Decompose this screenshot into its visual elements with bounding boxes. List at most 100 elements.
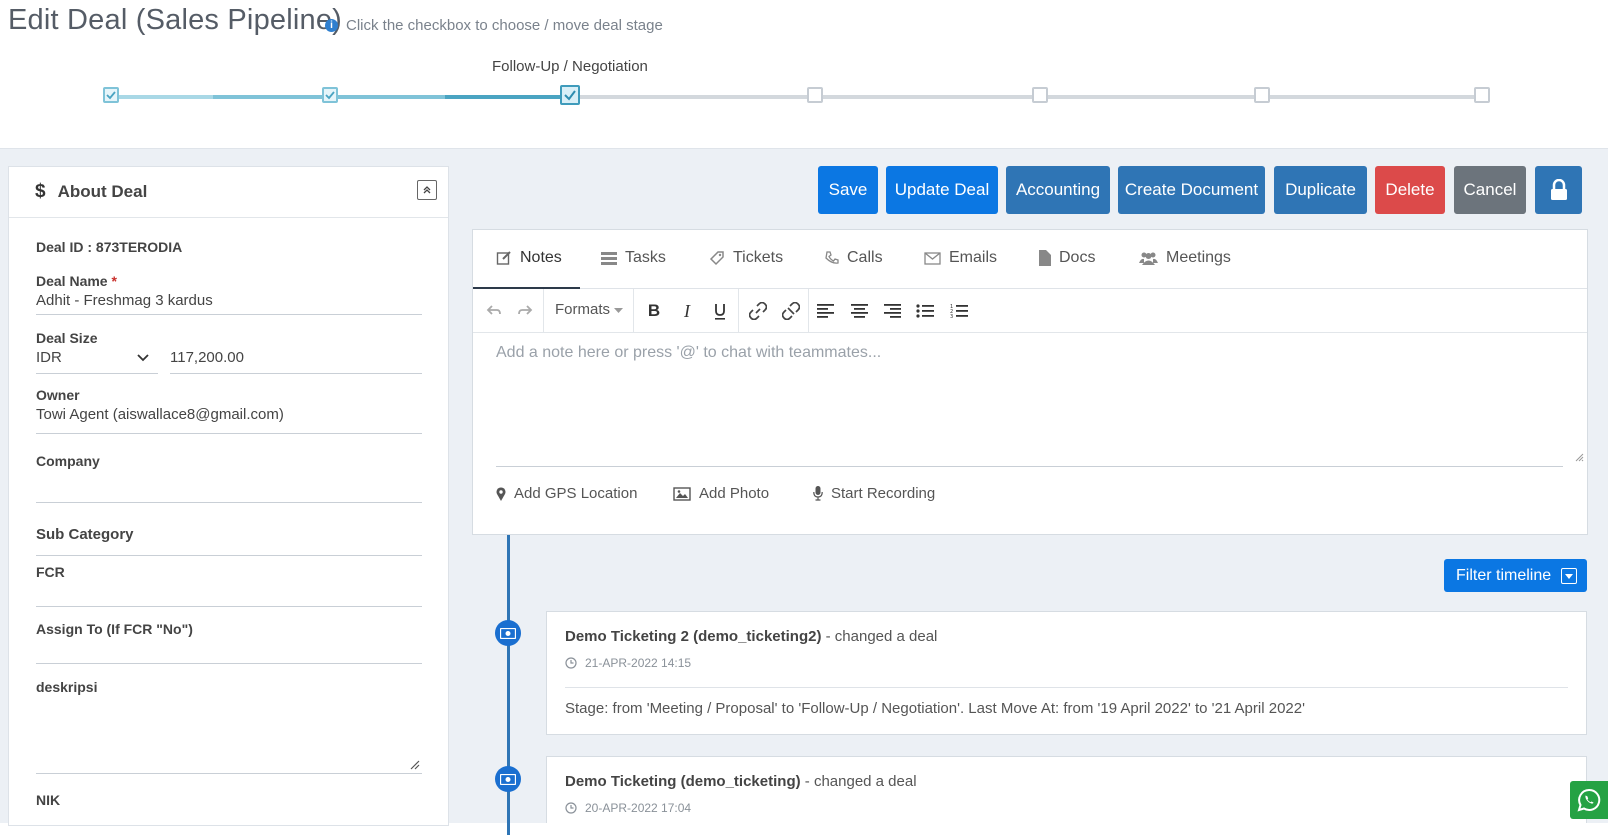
caret-down-icon [1561, 568, 1577, 584]
add-photo-button[interactable]: Add Photo [673, 485, 769, 502]
stage-checkbox-4[interactable] [807, 87, 823, 103]
align-left-button[interactable] [816, 301, 834, 321]
about-deal-title: About Deal [57, 182, 148, 201]
create-document-button[interactable]: Create Document [1118, 166, 1265, 214]
italic-icon: I [684, 300, 690, 321]
tab-meetings[interactable]: Meetings [1139, 249, 1231, 267]
bold-button[interactable]: B [645, 301, 663, 321]
deal-amount-input[interactable]: 117,200.00 [170, 349, 422, 374]
owner-label: Owner [36, 387, 80, 403]
tab-notes[interactable]: Notes [496, 249, 562, 267]
fcr-field: FCR [36, 564, 422, 607]
description-textarea[interactable] [36, 695, 422, 773]
accounting-button[interactable]: Accounting [1006, 166, 1110, 214]
underline-button[interactable] [711, 301, 729, 321]
add-gps-location-button[interactable]: Add GPS Location [496, 485, 637, 502]
numbered-list-icon: 123 [950, 304, 968, 319]
timeline-author[interactable]: Demo Ticketing (demo_ticketing) [565, 773, 801, 790]
image-icon [673, 486, 691, 501]
save-button[interactable]: Save [818, 166, 878, 214]
link-button[interactable] [748, 301, 768, 321]
tab-calls-label: Calls [847, 249, 883, 266]
italic-button[interactable]: I [678, 301, 696, 321]
tab-tasks-label: Tasks [625, 249, 666, 266]
stage-checkbox-2[interactable] [322, 87, 338, 103]
deal-name-input[interactable]: Adhit - Freshmag 3 kardus [36, 292, 422, 314]
stage-checkbox-7[interactable] [1474, 87, 1490, 103]
start-recording-label: Start Recording [831, 485, 936, 502]
page-title: Edit Deal (Sales Pipeline) [8, 4, 343, 36]
collapse-button[interactable] [417, 180, 437, 200]
stage-track-segment [580, 95, 1482, 99]
undo-button[interactable] [485, 301, 503, 321]
sub-category-field: Sub Category [36, 526, 422, 556]
start-recording-button[interactable]: Start Recording [813, 485, 935, 502]
users-icon [1139, 252, 1158, 265]
envelope-icon [924, 251, 941, 265]
timeline-timestamp: 21-APR-2022 14:15 [585, 656, 692, 670]
tab-emails[interactable]: Emails [924, 249, 997, 267]
fcr-input[interactable] [36, 580, 422, 606]
page-header: Edit Deal (Sales Pipeline) i Click the c… [0, 0, 1608, 149]
filter-timeline-button[interactable]: Filter timeline [1444, 559, 1587, 592]
cancel-button[interactable]: Cancel [1454, 166, 1526, 214]
assign-to-field: Assign To (If FCR "No") [36, 621, 422, 664]
company-input[interactable] [36, 472, 422, 502]
duplicate-button[interactable]: Duplicate [1274, 166, 1367, 214]
align-center-button[interactable] [850, 301, 868, 321]
align-right-button[interactable] [883, 301, 901, 321]
tab-calls[interactable]: Calls [825, 249, 883, 267]
link-icon [749, 302, 767, 320]
tab-docs[interactable]: Docs [1038, 249, 1095, 267]
align-center-icon [850, 304, 868, 318]
svg-text:3: 3 [950, 314, 953, 319]
whatsapp-button[interactable] [1570, 781, 1608, 819]
tab-docs-label: Docs [1059, 249, 1096, 266]
redo-button[interactable] [516, 301, 534, 321]
stage-checkbox-1[interactable] [103, 87, 119, 103]
company-label: Company [36, 453, 100, 469]
owner-input[interactable]: Towi Agent (aiswallace8@gmail.com) [36, 406, 422, 428]
lock-button[interactable] [1535, 166, 1582, 214]
tab-tasks[interactable]: Tasks [601, 249, 666, 267]
bullet-list-icon [916, 304, 934, 318]
fcr-label: FCR [36, 564, 65, 580]
timeline-item: Demo Ticketing (demo_ticketing) - change… [546, 756, 1587, 823]
stage-checkbox-5[interactable] [1032, 87, 1048, 103]
stage-checkbox-6[interactable] [1254, 87, 1270, 103]
tab-notes-label: Notes [520, 249, 562, 266]
timeline-author[interactable]: Demo Ticketing 2 (demo_ticketing2) [565, 628, 821, 645]
whatsapp-icon [1577, 788, 1601, 812]
bullet-list-button[interactable] [916, 301, 934, 321]
stage-checkbox-3[interactable] [560, 85, 580, 105]
assign-to-label: Assign To (If FCR "No") [36, 621, 193, 637]
unlink-button[interactable] [781, 301, 801, 321]
tab-emails-label: Emails [949, 249, 998, 266]
tasks-icon [601, 252, 617, 265]
stage-hint: i Click the checkbox to choose / move de… [325, 17, 663, 34]
clock-icon [565, 802, 577, 814]
activity-tabs: Notes Tasks Tickets Calls Emails Docs Me… [473, 230, 1587, 289]
filter-timeline-label: Filter timeline [1456, 566, 1552, 584]
tab-tickets[interactable]: Tickets [709, 249, 783, 267]
delete-button[interactable]: Delete [1375, 166, 1445, 214]
editor-toolbar: Formats B I 123 [473, 289, 1587, 333]
numbered-list-button[interactable]: 123 [950, 301, 968, 321]
money-icon [495, 766, 521, 792]
clock-icon [565, 657, 577, 669]
formats-dropdown[interactable]: Formats [555, 301, 624, 318]
assign-to-input[interactable] [36, 637, 422, 663]
deal-name-label: Deal Name [36, 273, 108, 289]
currency-select[interactable]: IDR [36, 349, 158, 374]
nik-label: NIK [36, 792, 61, 808]
update-deal-button[interactable]: Update Deal [886, 166, 998, 214]
map-marker-icon [496, 486, 506, 501]
ticket-icon [709, 251, 724, 266]
sub-category-label[interactable]: Sub Category [36, 526, 422, 543]
document-icon [1039, 250, 1051, 266]
timeline-timestamp: 20-APR-2022 17:04 [585, 801, 692, 815]
deal-size-label: Deal Size [36, 330, 98, 346]
underline-icon [715, 303, 725, 320]
add-photo-label: Add Photo [699, 485, 770, 502]
note-editor[interactable]: Add a note here or press '@' to chat wit… [496, 344, 881, 362]
